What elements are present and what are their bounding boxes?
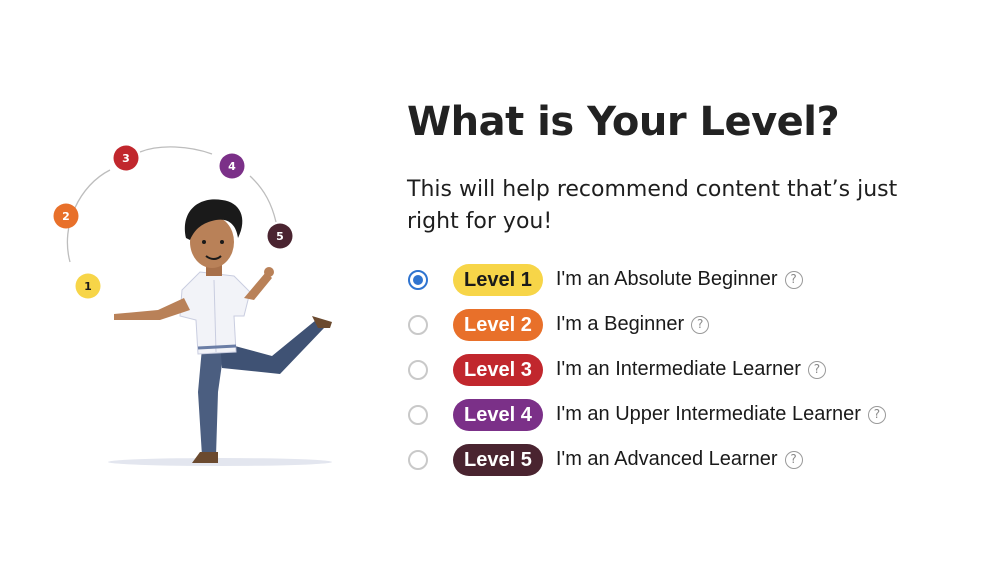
level-5-radio[interactable] — [408, 449, 428, 470]
level-4-badge: Level 4 — [453, 398, 543, 431]
level-5-label: I'm an Advanced Learner — [555, 448, 778, 470]
juggling-ball-label: 5 — [276, 230, 284, 243]
level-3-label: I'm an Intermediate Learner — [555, 358, 801, 380]
level-2-badge: Level 2 — [453, 308, 543, 341]
juggling-person-illustration: 1 2 3 4 5 — [40, 130, 360, 480]
juggling-ball-label: 1 — [84, 280, 92, 293]
help-icon[interactable]: ? — [691, 315, 710, 334]
level-2-label: I'm a Beginner — [555, 313, 685, 335]
help-icon[interactable]: ? — [807, 360, 826, 379]
level-1-badge: Level 1 — [453, 263, 543, 296]
juggling-ball-5: 5 — [267, 223, 293, 249]
help-icon[interactable]: ? — [784, 270, 803, 289]
level-option-5[interactable]: Level 5 I'm an Advanced Learner? — [407, 437, 977, 482]
juggling-ball-1: 1 — [75, 273, 101, 299]
juggling-ball-label: 3 — [122, 152, 130, 165]
level-option-3[interactable]: Level 3 I'm an Intermediate Learner? — [407, 347, 977, 392]
level-option-2[interactable]: Level 2 I'm a Beginner? — [407, 302, 977, 347]
ground-shadow — [108, 458, 332, 466]
juggling-arc — [66, 146, 277, 263]
level-5-badge: Level 5 — [453, 443, 543, 476]
level-option-4[interactable]: Level 4 I'm an Upper Intermediate Learner… — [407, 392, 977, 437]
level-1-label: I'm an Absolute Beginner — [555, 268, 778, 290]
level-option-1[interactable]: Level 1 I'm an Absolute Beginner? — [407, 257, 977, 302]
level-options-list: Level 1 I'm an Absolute Beginner? Level 2 I… — [407, 257, 977, 482]
level-3-badge: Level 3 — [453, 353, 543, 386]
level-1-radio[interactable] — [408, 269, 428, 290]
level-3-radio[interactable] — [408, 359, 428, 380]
juggling-ball-label: 2 — [62, 210, 70, 223]
juggling-ball-label: 4 — [228, 160, 236, 173]
level-4-label: I'm an Upper Intermediate Learner — [555, 403, 861, 425]
help-icon[interactable]: ? — [867, 405, 886, 424]
help-icon[interactable]: ? — [784, 450, 803, 469]
level-selection-panel: What is Your Level? This will help recom… — [407, 96, 977, 482]
page-title: What is Your Level? — [407, 99, 840, 145]
juggling-ball-3: 3 — [113, 145, 139, 171]
level-4-radio[interactable] — [408, 404, 428, 425]
juggling-ball-4: 4 — [219, 153, 245, 179]
level-2-radio[interactable] — [408, 314, 428, 335]
page-subtitle: This will help recommend content that’s … — [407, 177, 898, 234]
juggling-ball-2: 2 — [53, 203, 79, 229]
